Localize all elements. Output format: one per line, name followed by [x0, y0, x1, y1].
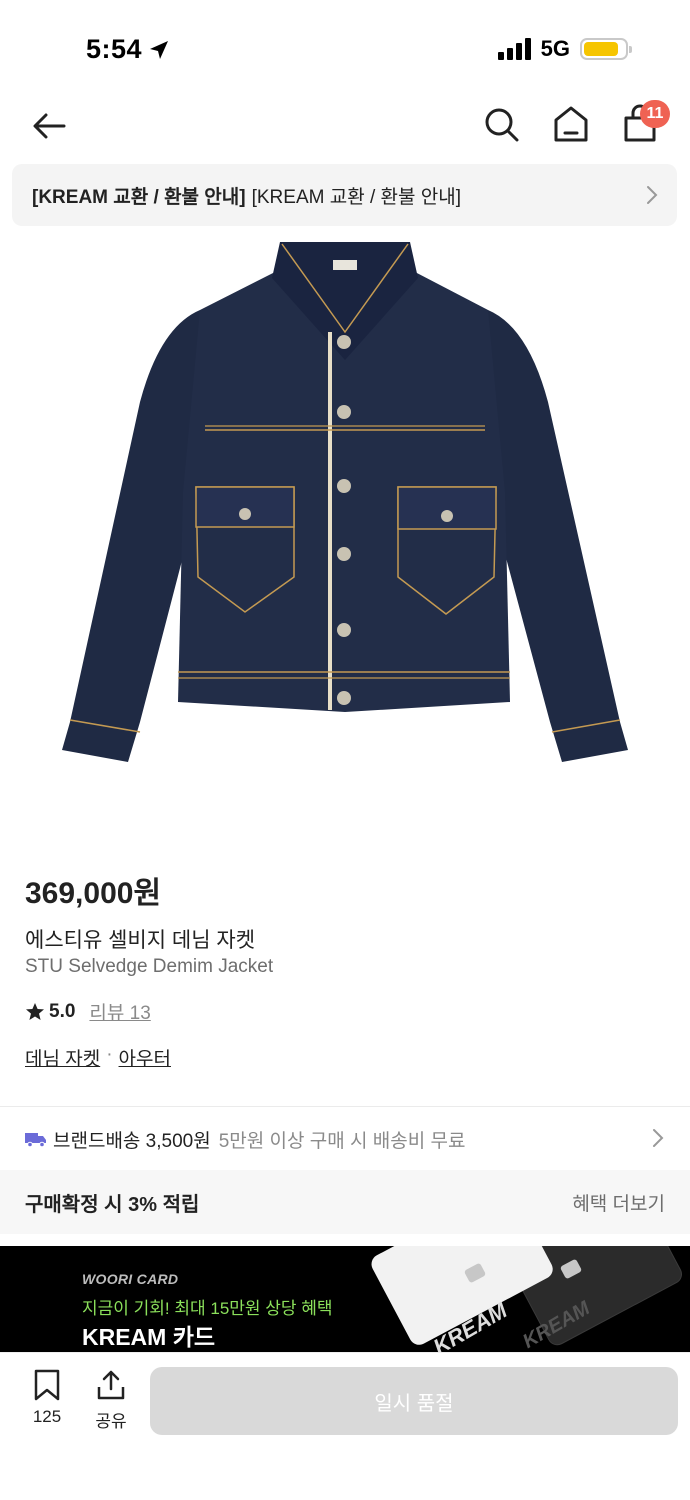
- battery-icon: [580, 38, 632, 60]
- product-image[interactable]: [0, 232, 690, 812]
- category-separator: ·: [106, 1044, 113, 1065]
- points-benefit-row: 구매확정 시 3% 적립 혜택 더보기: [0, 1170, 690, 1234]
- product-price: 369,000원: [25, 877, 162, 910]
- sold-out-button[interactable]: 일시 품절: [150, 1367, 678, 1435]
- points-label: 구매확정 시 3% 적립: [25, 1193, 200, 1216]
- delivery-fee: 브랜드배송 3,500원: [53, 1130, 211, 1152]
- bookmark-count: 125: [32, 1407, 62, 1426]
- card-brand-label: WOORI CARD: [82, 1271, 179, 1287]
- share-button[interactable]: 공유: [86, 1369, 136, 1432]
- chevron-right-icon: [647, 186, 658, 204]
- star-icon: [26, 1002, 44, 1020]
- notice-text: [KREAM 교환 / 환불 안내]: [251, 186, 461, 208]
- location-arrow-icon: [150, 40, 169, 59]
- exchange-refund-notice[interactable]: [KREAM 교환 / 환불 안내] [KREAM 교환 / 환불 안내]: [12, 164, 677, 226]
- status-indicators: 5G: [497, 36, 632, 62]
- category-link-denim-jacket[interactable]: 데님 자켓: [25, 1044, 100, 1071]
- kream-card-banner[interactable]: WOORI CARD 지금이 기회! 최대 15만원 상당 혜택 KREAM 카…: [0, 1246, 690, 1352]
- product-name-en: STU Selvedge Demim Jacket: [25, 956, 274, 977]
- category-links: 데님 자켓 · 아우터: [25, 1044, 171, 1071]
- search-icon[interactable]: [484, 104, 520, 144]
- benefit-more-link[interactable]: 혜택 더보기: [572, 1189, 665, 1216]
- share-label: 공유: [95, 1412, 127, 1431]
- product-rating: 5.0 리뷰 13: [25, 998, 151, 1025]
- product-name-ko: 에스티유 셀비지 데님 자켓: [25, 929, 256, 952]
- status-bar: 5:54 5G: [0, 0, 690, 96]
- review-count-link[interactable]: 리뷰 13: [89, 998, 150, 1025]
- rating-value: 5.0: [49, 1000, 76, 1022]
- time-text: 5:54: [86, 34, 143, 64]
- home-icon[interactable]: [552, 104, 590, 144]
- status-time: 5:54: [86, 34, 170, 65]
- chevron-right-icon: [653, 1129, 664, 1147]
- bottom-action-bar: 125 공유 일시 품절: [0, 1352, 690, 1500]
- divider: [0, 1106, 690, 1107]
- delivery-info-row[interactable]: 브랜드배송 3,500원 5만원 이상 구매 시 배송비 무료: [0, 1110, 690, 1168]
- network-label: 5G: [540, 36, 570, 61]
- notice-title: [KREAM 교환 / 환불 안내]: [32, 186, 246, 208]
- truck-icon: [25, 1133, 46, 1147]
- card-promo-text: 지금이 기회! 최대 15만원 상당 혜택: [82, 1299, 333, 1318]
- share-icon: [97, 1370, 125, 1400]
- cart-count-badge: 11: [640, 100, 670, 128]
- bookmark-icon: [34, 1369, 60, 1401]
- jacket-illustration: [62, 242, 628, 762]
- bookmark-button[interactable]: 125: [22, 1369, 72, 1427]
- nav-bar: [0, 96, 690, 156]
- battery-fill: [584, 42, 618, 56]
- delivery-free-note: 5만원 이상 구매 시 배송비 무료: [218, 1130, 466, 1152]
- arrow-left-icon[interactable]: [30, 106, 70, 146]
- category-link-outer[interactable]: 아우터: [119, 1044, 171, 1071]
- card-title: KREAM 카드: [82, 1324, 216, 1350]
- signal-icon: [497, 38, 531, 60]
